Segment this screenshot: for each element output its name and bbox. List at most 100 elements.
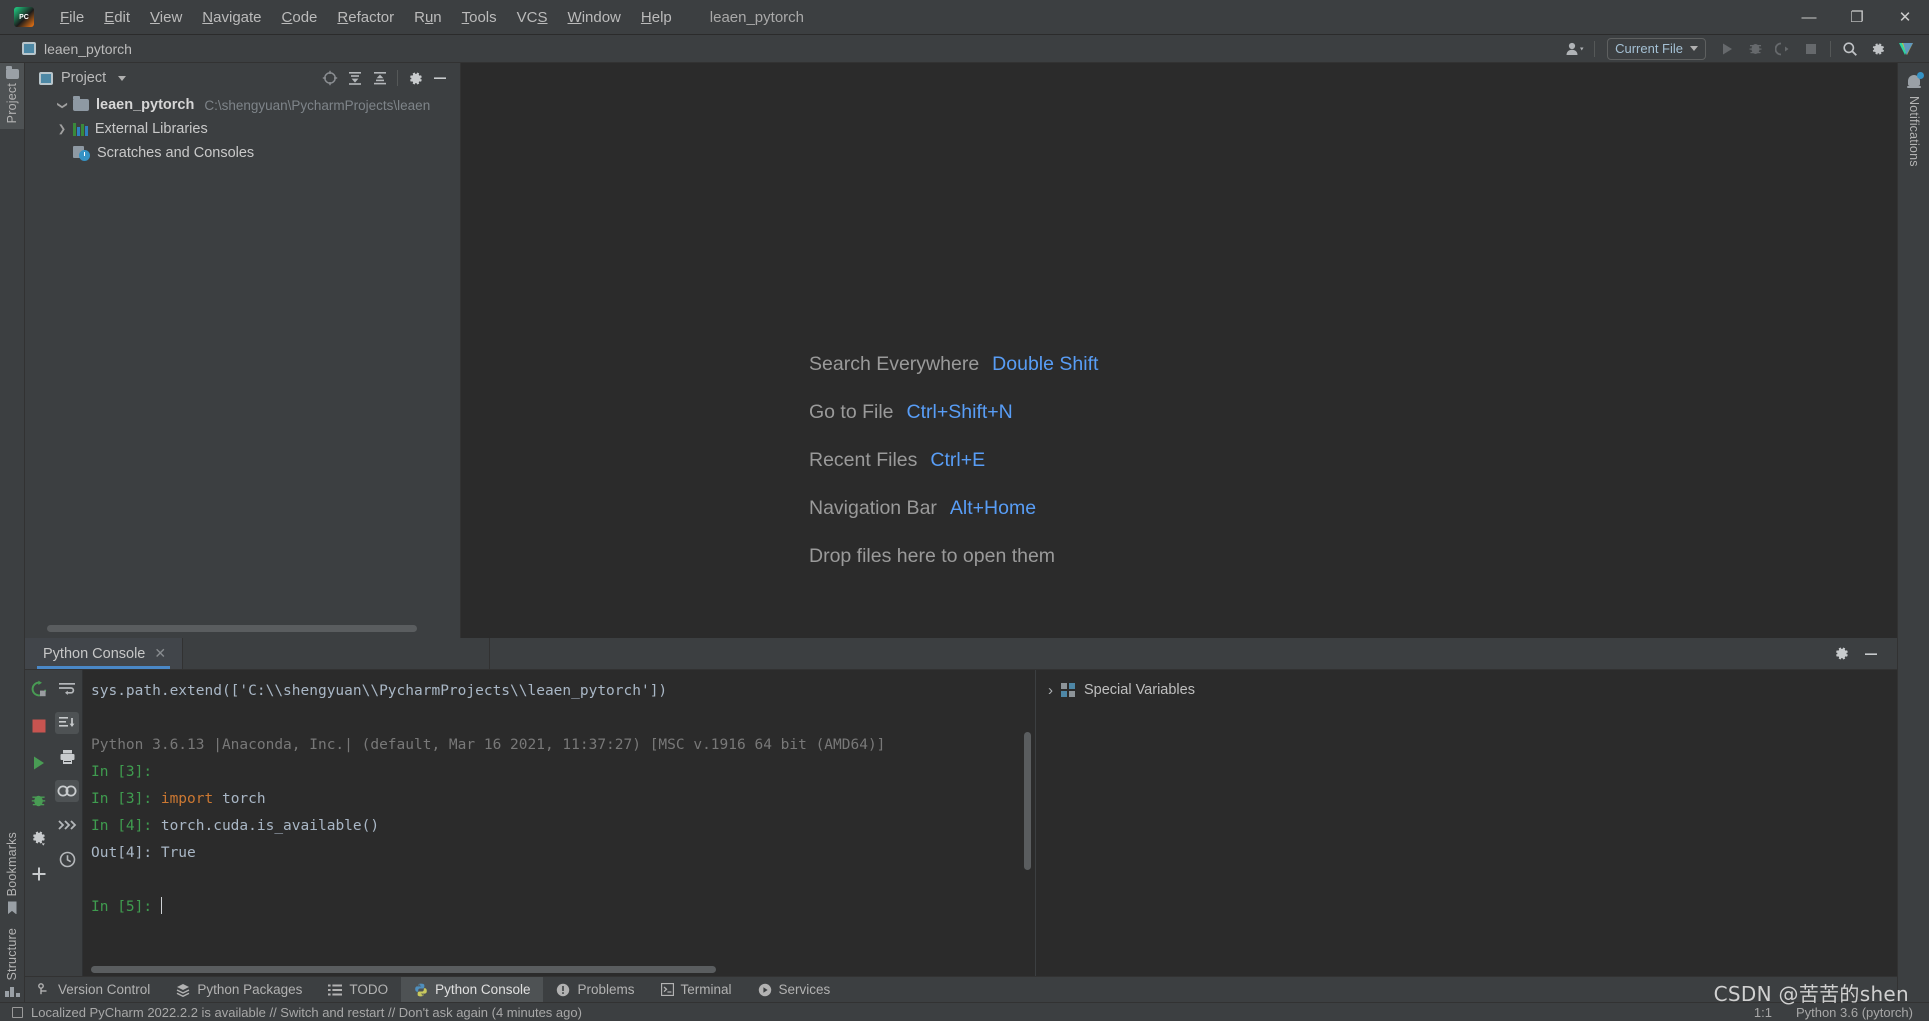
history-icon[interactable] (55, 848, 79, 870)
menu-item-help[interactable]: Help (631, 5, 682, 30)
locate-icon[interactable] (318, 67, 342, 89)
breadcrumb[interactable]: leaen_pytorch (14, 41, 132, 57)
rerun-icon[interactable] (27, 678, 51, 700)
panel-divider (397, 70, 398, 86)
editor-empty-area[interactable]: Search Everywhere Double Shift Go to File C… (461, 63, 1897, 638)
console-line: Python 3.6.13 |Anaconda, Inc.| (default,… (91, 732, 1035, 759)
settings-icon[interactable] (27, 826, 51, 848)
menu-item-edit[interactable]: Edit (94, 5, 140, 30)
project-tree: ❯ leaen_pytorch C:\shengyuan\PycharmProjec… (25, 93, 460, 165)
left-stripe-bottom-group: Bookmarks Structure (0, 832, 24, 997)
bottom-tab-terminal[interactable]: Terminal (648, 977, 745, 1003)
minimize-button[interactable]: — (1785, 0, 1833, 35)
sidebar-item-structure-label: Structure (5, 928, 19, 981)
stop-icon[interactable] (1798, 38, 1824, 60)
account-icon[interactable] (1562, 38, 1588, 60)
menu-item-run[interactable]: Run (404, 5, 452, 30)
run-coverage-icon[interactable] (1770, 38, 1796, 60)
bottom-tab-services[interactable]: Services (745, 977, 844, 1003)
show-prompt-icon[interactable] (55, 814, 79, 836)
tree-node-scratches-and-consoles[interactable]: Scratches and Consoles (25, 141, 460, 165)
console-tab-bar: Python Console ✕ (25, 638, 1897, 670)
bottom-tab-python-packages[interactable]: Python Packages (163, 977, 315, 1003)
debug-icon[interactable] (1742, 38, 1768, 60)
notification-badge (1916, 72, 1924, 79)
packages-icon (176, 983, 190, 997)
console-body: sys.path.extend(['C:\\shengyuan\\Pycharm… (25, 670, 1897, 976)
run-icon[interactable] (1714, 38, 1740, 60)
shortcut-hint-row: Search Everywhere Double Shift (809, 353, 1098, 376)
maximize-button[interactable]: ❐ (1833, 0, 1881, 35)
debug-icon[interactable] (27, 789, 51, 811)
chevron-right-icon[interactable]: ❯ (55, 124, 69, 135)
settings-icon[interactable] (1829, 643, 1853, 665)
tab-python-console[interactable]: Python Console ✕ (25, 638, 183, 669)
tabbar-spacer-1 (183, 638, 489, 669)
console-horizontal-scrollbar[interactable] (91, 966, 716, 973)
console-line: sys.path.extend(['C:\\shengyuan\\Pycharm… (91, 678, 1035, 705)
show-variables-icon[interactable] (55, 780, 79, 802)
soft-wrap-icon[interactable] (55, 678, 79, 700)
ai-assistant-icon[interactable] (1893, 38, 1919, 60)
settings-icon[interactable] (1865, 38, 1891, 60)
special-variables-row[interactable]: › Special Variables (1036, 678, 1897, 702)
menu-item-navigate[interactable]: Navigate (192, 5, 271, 30)
console-text: Python 3.6.13 |Anaconda, Inc.| (default,… (91, 737, 886, 753)
chevron-down-icon (1690, 46, 1698, 51)
search-icon[interactable] (1837, 38, 1863, 60)
module-icon (22, 42, 36, 55)
console-output[interactable]: sys.path.extend(['C:\\shengyuan\\Pycharm… (83, 670, 1035, 976)
status-message[interactable]: Localized PyCharm 2022.2.2 is available … (31, 1005, 582, 1020)
console-in-prompt: In [3]: (91, 791, 161, 807)
stop-icon[interactable] (27, 715, 51, 737)
toolbar-divider (1594, 40, 1596, 57)
menu-item-tools[interactable]: Tools (452, 5, 507, 30)
bottom-tab-label: Python Console (435, 982, 531, 997)
menu-item-window[interactable]: Window (558, 5, 631, 30)
hide-icon[interactable] (1859, 643, 1883, 665)
scroll-to-end-icon[interactable] (55, 712, 79, 734)
bottom-tab-todo[interactable]: TODO (315, 977, 401, 1003)
sidebar-item-notifications[interactable]: Notifications (1898, 72, 1929, 167)
special-variables-label: Special Variables (1084, 682, 1195, 698)
console-vertical-scrollbar[interactable] (1024, 732, 1031, 870)
expand-all-icon[interactable] (343, 67, 367, 89)
bottom-tab-version-control[interactable]: Version Control (25, 977, 163, 1003)
chevron-down-icon[interactable] (118, 75, 127, 81)
menu-item-view[interactable]: View (140, 5, 192, 30)
bottom-tab-python-console[interactable]: Python Console (401, 976, 544, 1003)
console-out-prompt: Out[4]: (91, 845, 161, 861)
collapse-all-icon[interactable] (368, 67, 392, 89)
close-icon[interactable]: ✕ (154, 645, 166, 662)
run-configuration-selector[interactable]: Current File (1607, 37, 1706, 60)
toolbar-right: Current File (1562, 37, 1929, 60)
sidebar-item-bookmarks[interactable]: Bookmarks (5, 832, 19, 915)
chevron-down-icon[interactable]: ❯ (57, 98, 68, 112)
tree-node-external-libraries[interactable]: ❯ External Libraries (25, 117, 460, 141)
console-header-actions (1829, 638, 1897, 669)
tree-node-label: Scratches and Consoles (97, 145, 255, 161)
bottom-tab-problems[interactable]: Problems (543, 977, 647, 1003)
sidebar-item-project[interactable]: Project (0, 63, 24, 130)
execute-icon[interactable] (27, 752, 51, 774)
menu-item-code[interactable]: Code (272, 5, 328, 30)
settings-icon[interactable] (403, 67, 427, 89)
tree-node-leaen-pytorch[interactable]: ❯ leaen_pytorch C:\shengyuan\PycharmProjec… (25, 93, 460, 117)
close-button[interactable]: ✕ (1881, 0, 1929, 35)
menu-item-file[interactable]: File (50, 5, 94, 30)
bottom-tool-tabs: Version Control Python Packages TODO Python… (25, 976, 1897, 1003)
menu-item-refactor[interactable]: Refactor (327, 5, 404, 30)
hide-icon[interactable] (428, 67, 452, 89)
chevron-right-icon[interactable]: › (1048, 682, 1053, 699)
scratches-icon (73, 145, 90, 161)
tabbar-divider-2 (489, 638, 491, 669)
menu-item-vcs[interactable]: VCS (507, 5, 558, 30)
sidebar-item-structure[interactable]: Structure (4, 928, 20, 997)
new-console-icon[interactable] (27, 863, 51, 885)
special-variables-panel: › Special Variables (1035, 670, 1897, 976)
sidebar-item-notifications-label: Notifications (1907, 96, 1921, 167)
bell-icon (1906, 72, 1924, 89)
print-icon[interactable] (55, 746, 79, 768)
project-horizontal-scrollbar[interactable] (47, 625, 417, 632)
branch-icon (38, 982, 51, 997)
